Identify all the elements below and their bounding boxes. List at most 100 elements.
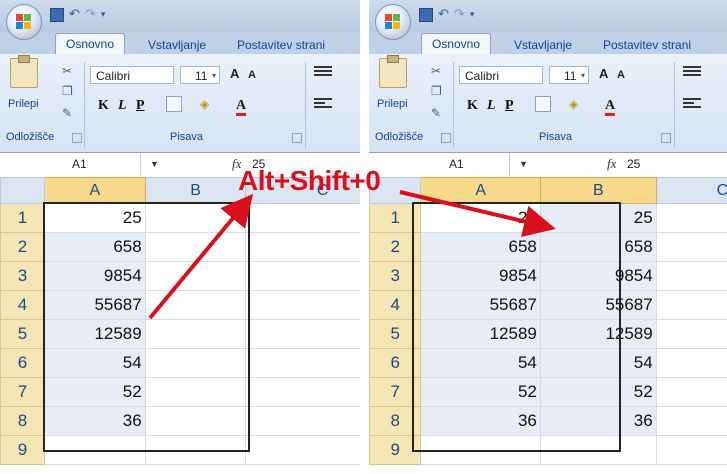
grow-font-button[interactable]: A — [230, 66, 239, 84]
cell-c1[interactable] — [655, 203, 727, 233]
row-header[interactable]: 3 — [0, 261, 45, 291]
cell-a4[interactable]: 55687 — [420, 290, 541, 320]
grow-font-button[interactable]: A — [599, 66, 608, 84]
row-header[interactable]: 5 — [0, 319, 45, 349]
format-painter-icon[interactable]: ✎ — [62, 106, 72, 120]
cell-a4[interactable]: 55687 — [43, 290, 146, 320]
row-header[interactable]: 3 — [369, 261, 422, 291]
cell-b6[interactable]: 54 — [539, 348, 657, 378]
paste-icon[interactable] — [10, 55, 38, 88]
row-header[interactable]: 9 — [0, 435, 45, 465]
row-header[interactable]: 6 — [0, 348, 45, 378]
align-top-icon[interactable] — [314, 64, 332, 78]
name-box[interactable]: A1 ▼ — [369, 153, 528, 176]
align-left-icon[interactable] — [314, 96, 332, 110]
office-button[interactable] — [6, 4, 42, 40]
cell-b4[interactable]: 55687 — [539, 290, 657, 320]
cell-c4[interactable] — [245, 290, 360, 320]
italic-button[interactable]: L — [487, 98, 496, 114]
bold-button[interactable]: K — [467, 98, 478, 114]
cut-icon[interactable]: ✂ — [431, 64, 441, 78]
format-painter-icon[interactable]: ✎ — [431, 106, 441, 120]
cell-a1[interactable]: 25 — [420, 203, 541, 233]
row-header[interactable]: 7 — [0, 377, 45, 407]
fill-color-icon[interactable]: ◈ — [200, 97, 209, 111]
row-header[interactable]: 8 — [0, 406, 45, 436]
row-header[interactable]: 9 — [369, 435, 422, 465]
redo-icon[interactable]: ↷ — [454, 6, 465, 22]
cell-c2[interactable] — [655, 232, 727, 262]
cell-b3[interactable] — [144, 261, 247, 291]
row-header[interactable]: 1 — [369, 203, 422, 233]
row-header[interactable]: 8 — [369, 406, 422, 436]
cell-b5[interactable] — [144, 319, 247, 349]
cell-b9[interactable] — [539, 435, 657, 465]
cell-b1[interactable]: 25 — [539, 203, 657, 233]
tab-home[interactable]: Osnovno — [421, 33, 492, 55]
row-header[interactable]: 1 — [0, 203, 45, 233]
font-size-select[interactable]: ▾ 11 — [549, 66, 589, 84]
cell-b9[interactable] — [144, 435, 247, 465]
cell-a1[interactable]: 25 — [43, 203, 146, 233]
column-header-c[interactable]: C — [655, 177, 727, 204]
cell-b7[interactable]: 52 — [539, 377, 657, 407]
save-icon[interactable] — [50, 8, 64, 22]
font-color-button[interactable]: A — [605, 98, 616, 116]
cell-c9[interactable] — [245, 435, 360, 465]
cell-c2[interactable] — [245, 232, 360, 262]
align-left-icon[interactable] — [683, 96, 701, 110]
cell-c6[interactable] — [655, 348, 727, 378]
cell-c6[interactable] — [245, 348, 360, 378]
cell-a9[interactable] — [43, 435, 146, 465]
cell-a3[interactable]: 9854 — [43, 261, 146, 291]
chevron-down-icon[interactable]: ▾ — [470, 9, 475, 22]
undo-icon[interactable]: ↶ — [69, 6, 80, 22]
borders-icon[interactable] — [166, 96, 182, 112]
cell-a5[interactable]: 12589 — [420, 319, 541, 349]
cell-c5[interactable] — [655, 319, 727, 349]
underline-button[interactable]: P — [136, 98, 145, 114]
clipboard-launcher-icon[interactable] — [72, 133, 82, 143]
font-color-button[interactable]: A — [236, 98, 247, 116]
copy-icon[interactable]: ❐ — [62, 84, 73, 98]
tab-insert[interactable]: Vstavljanje — [148, 38, 206, 52]
cell-a2[interactable]: 658 — [43, 232, 146, 262]
cell-c7[interactable] — [245, 377, 360, 407]
fill-color-icon[interactable]: ◈ — [569, 97, 578, 111]
undo-icon[interactable]: ↶ — [438, 6, 449, 22]
cell-c7[interactable] — [655, 377, 727, 407]
paste-button[interactable]: Prilepi — [377, 98, 408, 110]
cell-a6[interactable]: 54 — [420, 348, 541, 378]
column-header-a[interactable]: A — [420, 177, 541, 204]
name-box[interactable]: A1 ▼ — [0, 153, 159, 176]
font-launcher-icon[interactable] — [292, 133, 302, 143]
cell-a7[interactable]: 52 — [43, 377, 146, 407]
select-all-corner[interactable] — [0, 177, 45, 204]
font-size-select[interactable]: ▾ 11 — [180, 66, 220, 84]
cell-c8[interactable] — [655, 406, 727, 436]
align-top-icon[interactable] — [683, 64, 701, 78]
cell-b8[interactable]: 36 — [539, 406, 657, 436]
cell-c4[interactable] — [655, 290, 727, 320]
cell-b4[interactable] — [144, 290, 247, 320]
cell-a6[interactable]: 54 — [43, 348, 146, 378]
borders-icon[interactable] — [535, 96, 551, 112]
cell-b2[interactable] — [144, 232, 247, 262]
row-header[interactable]: 2 — [369, 232, 422, 262]
cell-c9[interactable] — [655, 435, 727, 465]
tab-home[interactable]: Osnovno — [55, 33, 126, 55]
tab-page-layout[interactable]: Postavitev strani — [603, 38, 691, 52]
formula-input[interactable]: 25 — [627, 153, 640, 176]
cell-c1[interactable] — [245, 203, 360, 233]
cell-b5[interactable]: 12589 — [539, 319, 657, 349]
font-launcher-icon[interactable] — [661, 133, 671, 143]
chevron-down-icon[interactable]: ▾ — [101, 9, 106, 22]
insert-function-icon[interactable]: fx — [607, 156, 616, 172]
cell-a8[interactable]: 36 — [43, 406, 146, 436]
clipboard-launcher-icon[interactable] — [441, 133, 451, 143]
row-header[interactable]: 4 — [0, 290, 45, 320]
row-header[interactable]: 4 — [369, 290, 422, 320]
cell-b2[interactable]: 658 — [539, 232, 657, 262]
save-icon[interactable] — [419, 8, 433, 22]
cell-a9[interactable] — [420, 435, 541, 465]
